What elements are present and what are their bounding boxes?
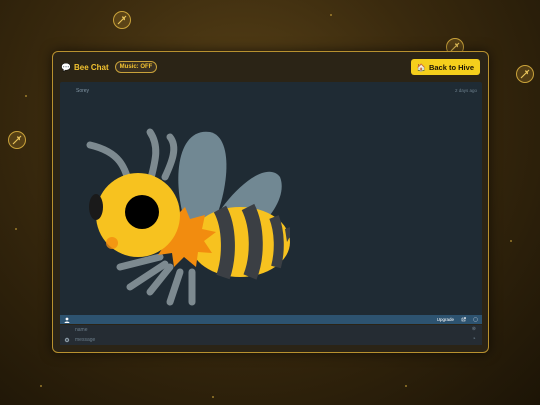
send-icon[interactable]: ‣ — [473, 336, 476, 342]
message-placeholder: message — [75, 337, 96, 343]
message-list[interactable]: Sorey 2 days ago — [60, 82, 482, 319]
name-placeholder: name — [75, 327, 88, 333]
speck — [40, 385, 42, 387]
floating-bee-icon — [113, 11, 131, 29]
info-icon[interactable] — [473, 317, 478, 322]
user-icon[interactable] — [64, 317, 70, 323]
message-field[interactable]: message ‣ — [60, 335, 482, 345]
speck — [405, 385, 407, 387]
floating-bee-icon — [516, 65, 534, 83]
message-timestamp: 2 days ago — [454, 88, 477, 93]
music-toggle[interactable]: Music: OFF — [114, 61, 158, 73]
floating-bee-icon — [8, 131, 26, 149]
chat-header: 💬 Bee Chat Music: OFF 🏠 Back to Hive — [53, 52, 488, 82]
gear-icon[interactable] — [64, 337, 70, 343]
bee-emoji-image — [86, 128, 290, 306]
back-to-hive-button[interactable]: 🏠 Back to Hive — [410, 59, 480, 75]
name-field[interactable]: name ⊗ — [60, 325, 482, 335]
chat-toolbar: Upgrade — [60, 315, 482, 324]
name-clear-icon[interactable]: ⊗ — [472, 326, 476, 332]
speck — [15, 228, 17, 230]
upgrade-link[interactable]: Upgrade — [437, 317, 454, 322]
speck — [510, 240, 512, 242]
speech-bubble-icon: 💬 — [61, 62, 71, 72]
speck — [330, 14, 332, 16]
speck — [25, 95, 27, 97]
external-link-icon[interactable] — [461, 317, 466, 322]
message-author: Sorey — [76, 88, 90, 94]
chat-window: 💬 Bee Chat Music: OFF 🏠 Back to Hive Sor… — [52, 51, 489, 353]
speck — [212, 396, 214, 398]
house-icon: 🏠 — [416, 62, 426, 72]
chat-title: Bee Chat — [73, 62, 109, 72]
back-to-hive-label: Back to Hive — [428, 62, 474, 72]
